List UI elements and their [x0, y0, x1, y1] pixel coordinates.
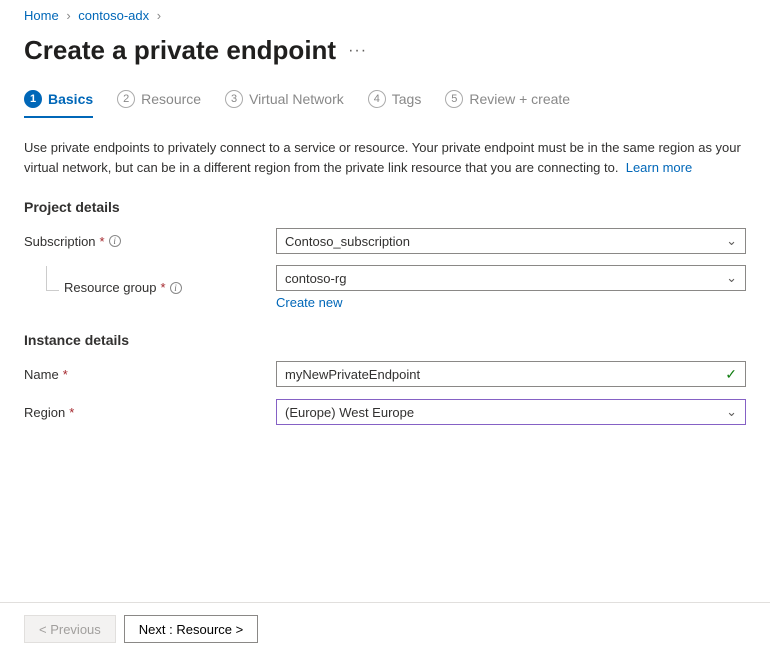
- breadcrumb-separator: ›: [157, 8, 161, 23]
- page-title-row: Create a private endpoint ···: [0, 31, 770, 84]
- chevron-down-icon: ⌄: [726, 270, 737, 286]
- learn-more-link[interactable]: Learn more: [626, 160, 692, 175]
- tab-label: Review + create: [469, 91, 570, 107]
- section-instance-details: Instance details: [24, 332, 746, 348]
- create-new-link[interactable]: Create new: [276, 295, 342, 310]
- subscription-select[interactable]: Contoso_subscription ⌄: [276, 228, 746, 254]
- tab-resource[interactable]: 2 Resource: [117, 84, 201, 118]
- region-select[interactable]: (Europe) West Europe ⌄: [276, 399, 746, 425]
- info-icon[interactable]: i: [170, 282, 182, 294]
- tab-virtual-network[interactable]: 3 Virtual Network: [225, 84, 344, 118]
- required-asterisk: *: [161, 280, 166, 295]
- breadcrumb: Home › contoso-adx ›: [0, 0, 770, 31]
- step-number: 1: [24, 90, 42, 108]
- label-resource-group: Resource group: [64, 280, 157, 295]
- check-icon: ✓: [725, 366, 737, 383]
- content-panel: Use private endpoints to privately conne…: [0, 118, 770, 426]
- tab-review-create[interactable]: 5 Review + create: [445, 84, 570, 118]
- tab-label: Tags: [392, 91, 422, 107]
- region-value: (Europe) West Europe: [285, 405, 414, 420]
- tab-label: Basics: [48, 91, 93, 107]
- name-value: myNewPrivateEndpoint: [285, 367, 420, 382]
- section-project-details: Project details: [24, 199, 746, 215]
- resource-group-select[interactable]: contoso-rg ⌄: [276, 265, 746, 291]
- step-number: 4: [368, 90, 386, 108]
- row-subscription: Subscription * i Contoso_subscription ⌄: [24, 227, 746, 255]
- footer-bar: < Previous Next : Resource >: [0, 602, 770, 655]
- chevron-down-icon: ⌄: [726, 404, 737, 420]
- more-icon[interactable]: ···: [348, 42, 367, 60]
- row-resource-group: Resource group * i contoso-rg ⌄ Create n…: [24, 265, 746, 310]
- required-asterisk: *: [63, 367, 68, 382]
- next-button[interactable]: Next : Resource >: [124, 615, 258, 643]
- wizard-tabs: 1 Basics 2 Resource 3 Virtual Network 4 …: [0, 84, 770, 118]
- tab-label: Virtual Network: [249, 91, 344, 107]
- intro-text: Use private endpoints to privately conne…: [24, 138, 746, 177]
- row-name: Name * myNewPrivateEndpoint ✓: [24, 360, 746, 388]
- info-icon[interactable]: i: [109, 235, 121, 247]
- step-number: 3: [225, 90, 243, 108]
- label-region: Region: [24, 405, 65, 420]
- required-asterisk: *: [100, 234, 105, 249]
- previous-button: < Previous: [24, 615, 116, 643]
- subscription-value: Contoso_subscription: [285, 234, 410, 249]
- breadcrumb-parent[interactable]: contoso-adx: [78, 8, 149, 23]
- required-asterisk: *: [69, 405, 74, 420]
- breadcrumb-separator: ›: [66, 8, 70, 23]
- page-title: Create a private endpoint: [24, 35, 336, 66]
- label-name: Name: [24, 367, 59, 382]
- chevron-down-icon: ⌄: [726, 233, 737, 249]
- tab-tags[interactable]: 4 Tags: [368, 84, 422, 118]
- row-region: Region * (Europe) West Europe ⌄: [24, 398, 746, 426]
- resource-group-value: contoso-rg: [285, 271, 346, 286]
- label-subscription: Subscription: [24, 234, 96, 249]
- step-number: 5: [445, 90, 463, 108]
- tab-basics[interactable]: 1 Basics: [24, 84, 93, 118]
- breadcrumb-home[interactable]: Home: [24, 8, 59, 23]
- tab-label: Resource: [141, 91, 201, 107]
- name-input[interactable]: myNewPrivateEndpoint ✓: [276, 361, 746, 387]
- step-number: 2: [117, 90, 135, 108]
